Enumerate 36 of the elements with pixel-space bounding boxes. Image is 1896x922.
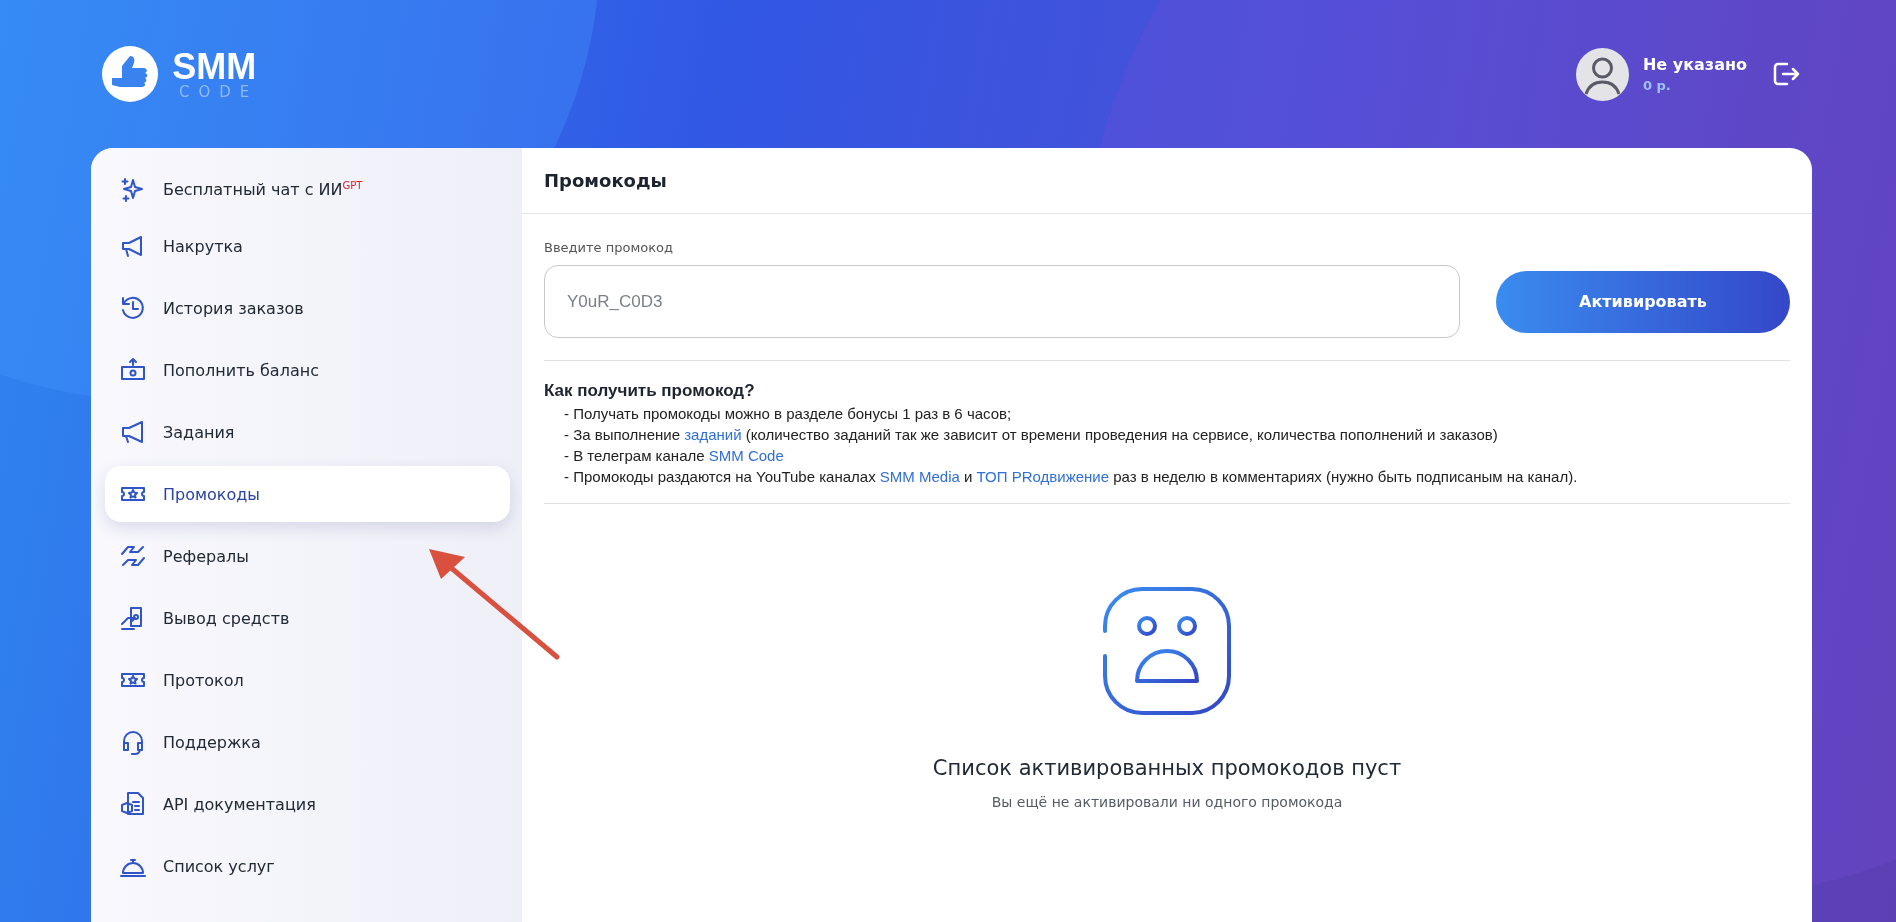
help-line: - За выполнение заданий (количество заданий так же зависит от времени проведения на сервисе, количества пополнений и заказов) [564, 426, 1499, 443]
avatar-icon[interactable] [1575, 47, 1629, 101]
promo-code-input[interactable]: Y0uR_C0D3 [544, 265, 1460, 338]
logo-subtitle: CODE [179, 84, 259, 100]
help-line: - Промокоды раздаются на YouTube каналах SMM Media и ТОП PRодвижение раз в неделю в комментариях (нужно быть подписаным на канал). [564, 468, 1579, 485]
link[interactable]: SMM Media [879, 468, 960, 485]
user-name: Не указано [1642, 55, 1747, 74]
logo-title: SMM [172, 48, 257, 85]
empty-state-title: Список активированных промокодов пуст [932, 756, 1402, 780]
empty-state-subtitle: Вы ещё не активировали ни одного промокода [991, 794, 1343, 810]
page-title: Промокоды [522, 148, 1812, 214]
sidebar-item[interactable]: Пополнить баланс [105, 342, 510, 398]
sidebar-item[interactable]: Список услуг [105, 838, 510, 894]
sidebar-item[interactable]: Рефералы [105, 528, 510, 584]
sidebar-item[interactable]: Задания [105, 404, 510, 460]
sad-face-icon [1102, 586, 1232, 716]
field-label: Введите промокод [544, 240, 674, 255]
sidebar-item[interactable]: API документация [105, 776, 510, 832]
sidebar-item[interactable]: История заказов [105, 280, 510, 336]
sidebar-item[interactable]: Поддержка [105, 714, 510, 770]
link[interactable]: SMM Code [708, 447, 784, 464]
help-line: - В телеграм канале SMM Code [564, 447, 785, 464]
thumbs-up-logo-icon [100, 44, 160, 104]
sidebar-item[interactable]: Накрутка [105, 218, 510, 274]
link[interactable]: ТОП PRодвижение [976, 468, 1109, 485]
sidebar-item[interactable]: Вывод средств [105, 590, 510, 646]
link[interactable]: заданий [684, 426, 742, 443]
help-line: - Получать промокоды можно в разделе бонусы 1 раз в 6 часов; [564, 405, 1013, 422]
activate-button[interactable]: Активировать [1496, 270, 1790, 333]
sidebar-item[interactable]: Протокол [105, 652, 510, 708]
document-box-icon [119, 790, 147, 818]
user-balance: 0 р. [1642, 78, 1672, 93]
clock-history-icon [119, 294, 147, 322]
help-heading: Как получить промокод? [544, 381, 756, 401]
sidebar-item[interactable]: Промокоды [105, 466, 510, 522]
sidebar-item[interactable]: Бесплатный чат с ИИ$^{GPT}$ [105, 168, 510, 212]
